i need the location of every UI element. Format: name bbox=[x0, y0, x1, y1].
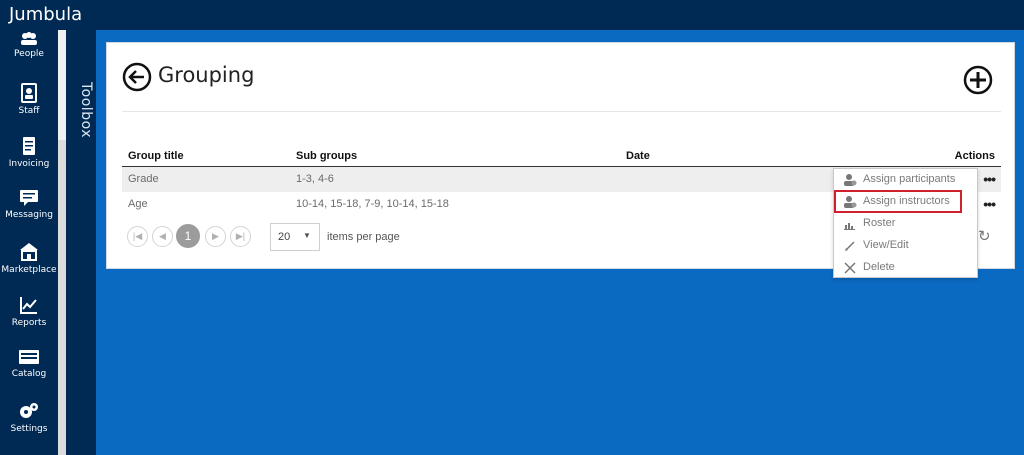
items-per-page-select[interactable]: 20 ▼ bbox=[270, 223, 320, 251]
cell-group-title: Age bbox=[128, 198, 148, 210]
sidebar-item-label: Catalog bbox=[11, 369, 47, 379]
sidebar-item-label: Settings bbox=[10, 424, 48, 434]
refresh-icon[interactable]: ↻ bbox=[978, 227, 991, 245]
sidebar-item-reports[interactable]: Reports bbox=[0, 295, 58, 345]
sidebar-item-invoicing[interactable]: Invoicing bbox=[0, 136, 58, 186]
sidebar-item-messaging[interactable]: Messaging bbox=[0, 189, 58, 239]
toolbox-panel[interactable]: Toolbox bbox=[66, 30, 96, 455]
prev-page-button[interactable]: ◀ bbox=[152, 226, 173, 247]
delete-icon bbox=[844, 262, 856, 274]
column-header-date[interactable]: Date bbox=[626, 150, 650, 162]
cell-sub-groups: 10-14, 15-18, 7-9, 10-14, 15-18 bbox=[296, 198, 449, 210]
sidebar-item-label: Reports bbox=[11, 318, 47, 328]
back-arrow-icon[interactable] bbox=[122, 62, 152, 92]
row-actions-button[interactable]: ••• bbox=[983, 171, 996, 187]
sidebar-item-label: Staff bbox=[18, 106, 40, 116]
message-icon bbox=[20, 190, 38, 206]
next-page-button[interactable]: ▶ bbox=[205, 226, 226, 247]
sidebar-item-marketplace[interactable]: Marketplace bbox=[0, 242, 58, 292]
column-header-sub-groups[interactable]: Sub groups bbox=[296, 150, 357, 162]
marketplace-icon bbox=[20, 243, 38, 261]
table-header: Group title Sub groups Date Actions bbox=[122, 145, 1001, 167]
page-number-button[interactable]: 1 bbox=[176, 224, 200, 248]
items-per-page-label: items per page bbox=[327, 231, 400, 243]
roster-icon bbox=[844, 223, 855, 230]
menu-item-label: Delete bbox=[863, 261, 895, 273]
sidebar-item-catalog[interactable]: Catalog bbox=[0, 348, 58, 398]
sidebar-item-label: Marketplace bbox=[1, 265, 57, 275]
sidebar-item-people[interactable]: People bbox=[0, 32, 58, 82]
last-page-button[interactable]: ▶| bbox=[230, 226, 251, 247]
people-icon bbox=[21, 32, 37, 45]
menu-item-delete[interactable]: Delete bbox=[834, 257, 977, 279]
catalog-icon bbox=[19, 350, 39, 364]
invoice-icon bbox=[23, 137, 35, 155]
cell-sub-groups: 1-3, 4-6 bbox=[296, 173, 334, 185]
top-bar: Jumbula bbox=[0, 0, 1024, 30]
header-divider bbox=[122, 111, 1001, 112]
menu-item-label: Assign participants bbox=[863, 173, 956, 185]
brand-logo[interactable]: Jumbula bbox=[9, 4, 82, 25]
highlight-box bbox=[834, 190, 962, 213]
menu-item-assign-participants[interactable]: Assign participants bbox=[834, 169, 977, 191]
reports-icon bbox=[20, 297, 37, 314]
column-header-group-title[interactable]: Group title bbox=[128, 150, 184, 162]
menu-item-label: Roster bbox=[863, 217, 896, 229]
row-actions-menu: Assign participants Assign instructors R… bbox=[833, 168, 978, 278]
menu-item-view-edit[interactable]: View/Edit bbox=[834, 235, 977, 257]
sidebar-scrollbar-thumb[interactable] bbox=[58, 30, 66, 140]
assign-participants-icon bbox=[844, 174, 857, 186]
add-group-icon[interactable] bbox=[963, 65, 993, 95]
items-per-page-value: 20 bbox=[278, 231, 291, 243]
row-actions-button[interactable]: ••• bbox=[983, 196, 996, 212]
sidebar-item-staff[interactable]: Staff bbox=[0, 83, 58, 133]
menu-item-label: View/Edit bbox=[863, 239, 909, 251]
sidebar-item-label: Invoicing bbox=[8, 159, 50, 169]
column-header-actions: Actions bbox=[954, 150, 995, 162]
sidebar: People Staff Invoicing Messaging Marketp… bbox=[0, 30, 58, 455]
staff-icon bbox=[21, 83, 37, 103]
sidebar-item-label: People bbox=[14, 49, 44, 59]
sidebar-item-settings[interactable]: Settings bbox=[0, 401, 58, 451]
first-page-button[interactable]: |◀ bbox=[127, 226, 148, 247]
chevron-down-icon: ▼ bbox=[303, 231, 311, 240]
sidebar-item-label: Messaging bbox=[5, 210, 53, 220]
cell-group-title: Grade bbox=[128, 173, 159, 185]
menu-item-roster[interactable]: Roster bbox=[834, 213, 977, 235]
page-title: Grouping bbox=[158, 63, 255, 87]
toolbox-label: Toolbox bbox=[78, 82, 94, 138]
edit-icon bbox=[845, 241, 855, 251]
settings-icon bbox=[20, 403, 38, 418]
